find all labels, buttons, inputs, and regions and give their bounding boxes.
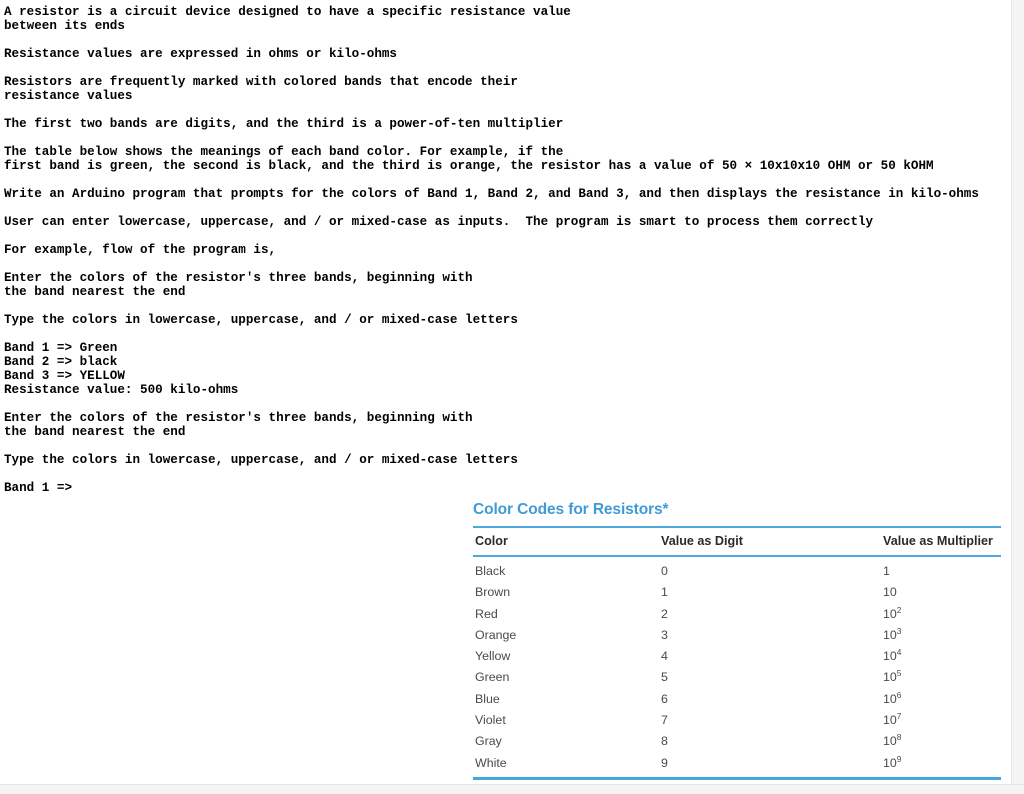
problem-paragraph: Resistance values are expressed in ohms … [4,47,397,61]
cell-color-name: Green [475,670,510,685]
table-row: White 9 109 [473,753,1001,777]
cell-value-as-digit: 6 [661,691,668,706]
multiplier-exponent: 7 [896,710,902,721]
problem-paragraph: Enter the colors of the resistor's three… [4,271,473,299]
cell-value-as-multiplier: 104 [881,646,1001,667]
cell-value-as-digit: 2 [661,606,668,621]
table-row: Blue 6 106 [473,689,1001,710]
multiplier-base: 10 [883,734,897,749]
table-body: Black 0 1 Brown 1 10 Red 2 102 Orange 3 103 Yellow 4 1… [473,556,1001,777]
problem-paragraph: For example, flow of the program is, [4,243,277,257]
multiplier-exponent: 5 [896,668,902,679]
table-bottom-rule [473,776,1001,780]
table-row: Orange 3 103 [473,625,1001,646]
cell-value-as-digit: 1 [661,585,668,600]
problem-paragraph: The table below shows the meanings of ea… [4,145,934,173]
cell-color-name: White [475,755,507,770]
color-codes-table: Color Value as Digit Value as Multiplier… [473,528,1001,777]
multiplier-base: 10 [883,755,897,770]
cell-color-name: Gray [475,734,502,749]
multiplier-exponent: 4 [896,647,902,658]
multiplier-exponent: 9 [896,753,902,764]
problem-paragraph: Write an Arduino program that prompts fo… [4,187,979,201]
column-header-value-as-digit: Value as Digit [659,528,881,557]
cell-color-name: Black [475,564,506,578]
problem-paragraph: Band 1 => Green Band 2 => black Band 3 =… [4,341,239,397]
multiplier-base: 1 [883,564,890,578]
multiplier-exponent: 6 [896,689,902,700]
cell-value-as-digit: 0 [661,564,668,578]
cell-value-as-digit: 5 [661,670,668,685]
cell-value-as-multiplier: 109 [881,753,1001,777]
table-row: Red 2 102 [473,604,1001,625]
page-right-margin [1011,0,1024,794]
cell-value-as-digit: 9 [661,755,668,770]
problem-paragraph: Band 1 => [4,481,73,495]
multiplier-exponent: 2 [896,604,902,615]
color-codes-table-block: Color Codes for Resistors* Color Value a… [473,500,1001,780]
table-head: Color Value as Digit Value as Multiplier [473,528,1001,557]
table-row: Gray 8 108 [473,731,1001,752]
table-row: Brown 1 10 [473,582,1001,603]
cell-color-name: Violet [475,713,506,728]
cell-color-name: Orange [475,627,517,642]
table-header-row: Color Value as Digit Value as Multiplier [473,528,1001,557]
cell-value-as-digit: 7 [661,713,668,728]
multiplier-base: 10 [883,670,897,685]
cell-value-as-multiplier: 105 [881,667,1001,688]
cell-color-name: Red [475,606,498,621]
table-row: Yellow 4 104 [473,646,1001,667]
multiplier-base: 10 [883,606,897,621]
cell-value-as-digit: 4 [661,649,668,664]
multiplier-base: 10 [883,627,897,642]
multiplier-exponent: 8 [896,732,902,743]
cell-value-as-multiplier: 1 [881,556,1001,582]
cell-color-name: Blue [475,691,500,706]
cell-value-as-multiplier: 106 [881,689,1001,710]
problem-paragraph: Resistors are frequently marked with col… [4,75,518,103]
cell-value-as-multiplier: 107 [881,710,1001,731]
cell-value-as-digit: 8 [661,734,668,749]
column-header-color: Color [473,528,659,557]
multiplier-base: 10 [883,713,897,728]
cell-color-name: Brown [475,585,511,600]
problem-paragraph: Type the colors in lowercase, uppercase,… [4,313,518,327]
cell-value-as-multiplier: 108 [881,731,1001,752]
multiplier-base: 10 [883,691,897,706]
problem-paragraph: Enter the colors of the resistor's three… [4,411,473,439]
multiplier-base: 10 [883,585,897,600]
problem-paragraph: A resistor is a circuit device designed … [4,5,571,33]
problem-statement: A resistor is a circuit device designed … [4,5,1016,495]
cell-value-as-multiplier: 103 [881,625,1001,646]
multiplier-exponent: 3 [896,625,902,636]
table-row: Green 5 105 [473,667,1001,688]
problem-paragraph: The first two bands are digits, and the … [4,117,564,131]
cell-color-name: Yellow [475,649,511,664]
problem-paragraph: Type the colors in lowercase, uppercase,… [4,453,518,467]
cell-value-as-digit: 3 [661,627,668,642]
page-bottom-margin [0,784,1024,794]
cell-value-as-multiplier: 102 [881,604,1001,625]
cell-value-as-multiplier: 10 [881,582,1001,603]
table-title: Color Codes for Resistors* [473,501,669,518]
column-header-value-as-multiplier: Value as Multiplier [881,528,1001,557]
table-row: Black 0 1 [473,556,1001,582]
multiplier-base: 10 [883,649,897,664]
problem-paragraph: User can enter lowercase, uppercase, and… [4,215,874,229]
table-row: Violet 7 107 [473,710,1001,731]
